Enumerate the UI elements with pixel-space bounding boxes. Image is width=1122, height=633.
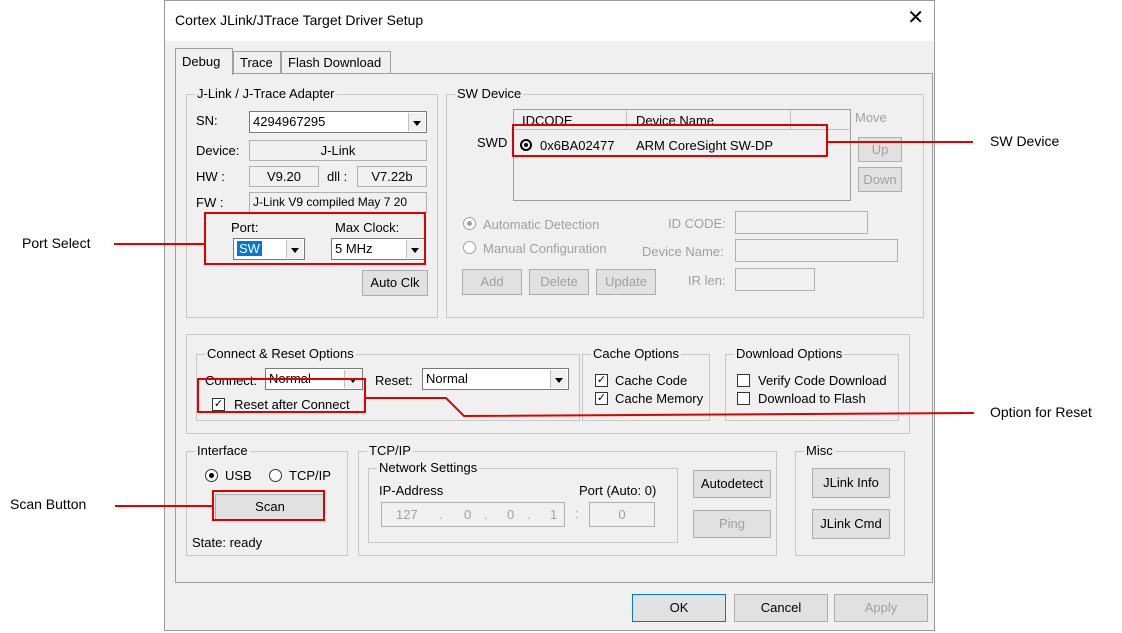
auto-detect-label: Automatic Detection [483,217,600,232]
move-label: Move [855,110,887,125]
ip-part-4: 1 [550,507,558,522]
fw-label: FW : [196,195,224,210]
annotation-scan-button: Scan Button [10,496,87,512]
ip-address-input[interactable]: 127 . 0 . 0 . 1 [381,502,565,527]
delete-button[interactable]: Delete [529,269,589,295]
ip-dot: . [527,507,531,522]
download-options-group-label: Download Options [734,346,845,361]
apply-button[interactable]: Apply [834,594,928,622]
port-auto-label: Port (Auto: 0) [579,483,657,498]
network-settings-label: Network Settings [377,460,480,475]
usb-radio[interactable] [205,469,218,482]
sn-label: SN: [196,113,218,128]
connect-reset-group-label: Connect & Reset Options [205,346,356,361]
close-icon[interactable]: ✕ [907,8,924,28]
tcp-port-input[interactable]: 0 [589,502,655,527]
highlight-reset-option [197,378,366,413]
sn-dropdown[interactable]: 4294967295 [249,111,427,133]
connector-option-reset [366,397,974,418]
ip-part-2: 0 [464,507,472,522]
autodetect-button[interactable]: Autodetect [693,470,771,498]
cache-code-checkbox[interactable]: ✓ [595,374,608,387]
misc-group: Misc [795,443,905,556]
ir-len-label: IR len: [688,273,726,288]
sn-value: 4294967295 [253,114,326,129]
hw-label: HW : [196,169,225,184]
port-separator: : [575,506,579,521]
state-label: State: ready [192,535,263,550]
chevron-down-icon [408,113,425,131]
dll-label: dll : [327,169,348,184]
chevron-down-icon [550,370,567,388]
ir-len-input[interactable] [735,268,815,291]
interface-group-label: Interface [195,443,250,458]
usb-label: USB [225,468,252,483]
ip-address-label: IP-Address [379,483,444,498]
connector-sw-device [828,141,973,143]
swd-label: SWD [477,135,508,150]
sw-device-group-label: SW Device [455,86,524,101]
device-label: Device: [196,143,240,158]
tcpip-group-label: TCP/IP [367,443,413,458]
dll-field: V7.22b [357,166,427,187]
update-button[interactable]: Update [596,269,656,295]
title-bar: Cortex JLink/JTrace Target Driver Setup … [165,1,934,41]
connector-port-select [114,243,204,245]
device-name-label: Device Name: [642,244,724,259]
highlight-port-select [204,212,426,265]
jlink-info-button[interactable]: JLink Info [812,468,890,498]
ok-button[interactable]: OK [632,594,726,622]
device-field: J-Link [249,140,427,161]
highlight-sw-device [512,124,828,157]
move-down-button[interactable]: Down [858,167,902,192]
id-code-label: ID CODE: [668,216,726,231]
cancel-button[interactable]: Cancel [734,594,828,622]
verify-download-checkbox[interactable] [737,374,750,387]
ip-part-3: 0 [507,507,515,522]
manual-config-label: Manual Configuration [483,241,607,256]
verify-download-label: Verify Code Download [758,373,887,388]
annotation-sw-device: SW Device [990,133,1060,149]
tab-debug[interactable]: Debug [175,48,233,75]
adapter-group-label: J-Link / J-Trace Adapter [195,86,337,101]
jlink-cmd-button[interactable]: JLink Cmd [812,509,890,539]
highlight-scan-button [212,490,325,521]
reset-label: Reset: [375,373,413,388]
ping-button[interactable]: Ping [693,510,771,538]
fw-field: J-Link V9 compiled May 7 20 [249,192,427,213]
manual-config-radio[interactable] [463,241,476,254]
annotation-port-select: Port Select [22,235,91,251]
misc-group-label: Misc [804,443,835,458]
connector-scan-button [115,505,212,507]
tcpip-radio[interactable] [269,469,282,482]
tcpip-radio-label: TCP/IP [289,468,331,483]
auto-detect-radio[interactable] [463,217,476,230]
tab-flash-download[interactable]: Flash Download [281,51,391,73]
dialog-window: Cortex JLink/JTrace Target Driver Setup … [164,0,935,631]
window-title: Cortex JLink/JTrace Target Driver Setup [175,12,424,28]
ip-dot: . [484,507,488,522]
hw-field: V9.20 [249,166,319,187]
reset-value: Normal [426,371,468,386]
device-name-input[interactable] [735,239,898,262]
auto-clk-button[interactable]: Auto Clk [362,270,428,296]
ip-dot: . [439,507,443,522]
add-button[interactable]: Add [462,269,522,295]
id-code-input[interactable] [735,211,868,234]
tab-trace[interactable]: Trace [233,51,281,73]
cache-code-label: Cache Code [615,373,688,388]
cache-options-group-label: Cache Options [591,346,681,361]
annotation-option-reset: Option for Reset [990,404,1092,420]
reset-dropdown[interactable]: Normal [422,368,569,390]
ip-part-1: 127 [396,507,418,522]
